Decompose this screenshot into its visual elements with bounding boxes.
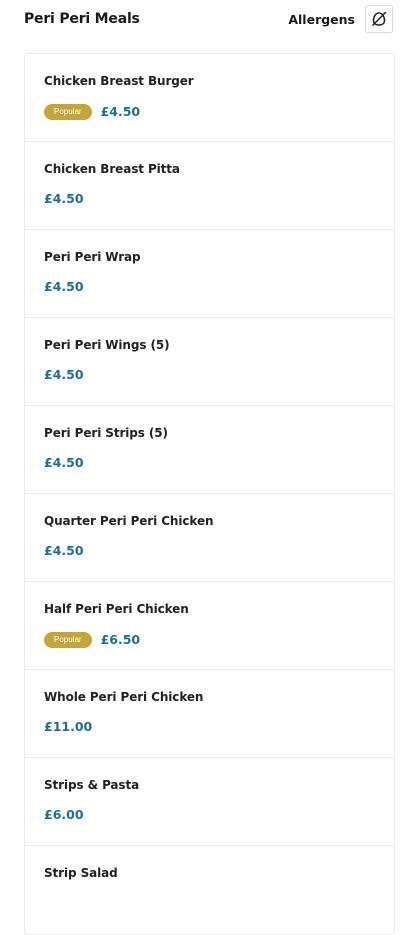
menu-item-price: £4.50 (100, 104, 141, 119)
menu-item-name: Peri Peri Strips (5) (44, 426, 168, 440)
menu-item-meta: £11.00 (44, 720, 375, 734)
menu-item-meta: £6.00 (44, 808, 375, 822)
menu-item[interactable]: Half Peri Peri Chicken Popular £6.50 (25, 582, 394, 670)
no-allergen-icon[interactable] (365, 5, 393, 33)
menu-item-price: £11.00 (44, 719, 93, 734)
menu-item-meta: £4.50 (44, 456, 375, 470)
menu-item-name: Strips & Pasta (44, 778, 140, 792)
menu-item-price: £4.50 (44, 543, 84, 558)
menu-item-meta: £4.50 (44, 192, 375, 206)
menu-item-name: Chicken Breast Pitta (44, 162, 180, 176)
menu-item[interactable]: Peri Peri Wrap £4.50 (25, 230, 394, 318)
menu-item[interactable]: Chicken Breast Burger Popular £4.50 (25, 54, 394, 142)
menu-item[interactable]: Chicken Breast Pitta £4.50 (25, 142, 394, 230)
menu-item-name: Quarter Peri Peri Chicken (44, 514, 214, 528)
menu-item-name: Peri Peri Wings (5) (44, 338, 170, 352)
menu-item-price: £4.50 (44, 191, 84, 206)
menu-item-name: Chicken Breast Burger (44, 74, 194, 88)
menu-item-price: £4.50 (44, 367, 84, 382)
menu-item[interactable]: Strip Salad (25, 846, 394, 934)
popular-badge: Popular (44, 632, 92, 648)
menu-item[interactable]: Peri Peri Wings (5) £4.50 (25, 318, 394, 406)
menu-item[interactable]: Strips & Pasta £6.00 (25, 758, 394, 846)
menu-item-name: Peri Peri Wrap (44, 250, 141, 264)
allergens-button[interactable]: Allergens (288, 5, 393, 33)
menu-item-meta: £4.50 (44, 368, 375, 382)
allergens-label: Allergens (288, 11, 355, 27)
menu-item[interactable]: Whole Peri Peri Chicken £11.00 (25, 670, 394, 758)
menu-item[interactable]: Peri Peri Strips (5) £4.50 (25, 406, 394, 494)
menu-item-price: £4.50 (44, 455, 84, 470)
menu-item-name: Whole Peri Peri Chicken (44, 690, 204, 704)
menu-item-list: Chicken Breast Burger Popular £4.50 Chic… (24, 53, 395, 935)
menu-item-meta: Popular £4.50 (44, 104, 375, 120)
section-header: Peri Peri Meals Allergens (24, 5, 393, 33)
menu-item-price: £6.50 (100, 632, 141, 647)
menu-item-meta: £4.50 (44, 280, 375, 294)
menu-item-price: £4.50 (44, 279, 84, 294)
popular-badge: Popular (44, 104, 92, 120)
menu-item[interactable]: Quarter Peri Peri Chicken £4.50 (25, 494, 394, 582)
menu-item-meta: £4.50 (44, 544, 375, 558)
menu-item-price: £6.00 (44, 807, 84, 822)
menu-item-meta: Popular £6.50 (44, 632, 375, 648)
section-title: Peri Peri Meals (24, 11, 140, 27)
menu-item-name: Half Peri Peri Chicken (44, 602, 189, 616)
menu-item-name: Strip Salad (44, 866, 118, 880)
